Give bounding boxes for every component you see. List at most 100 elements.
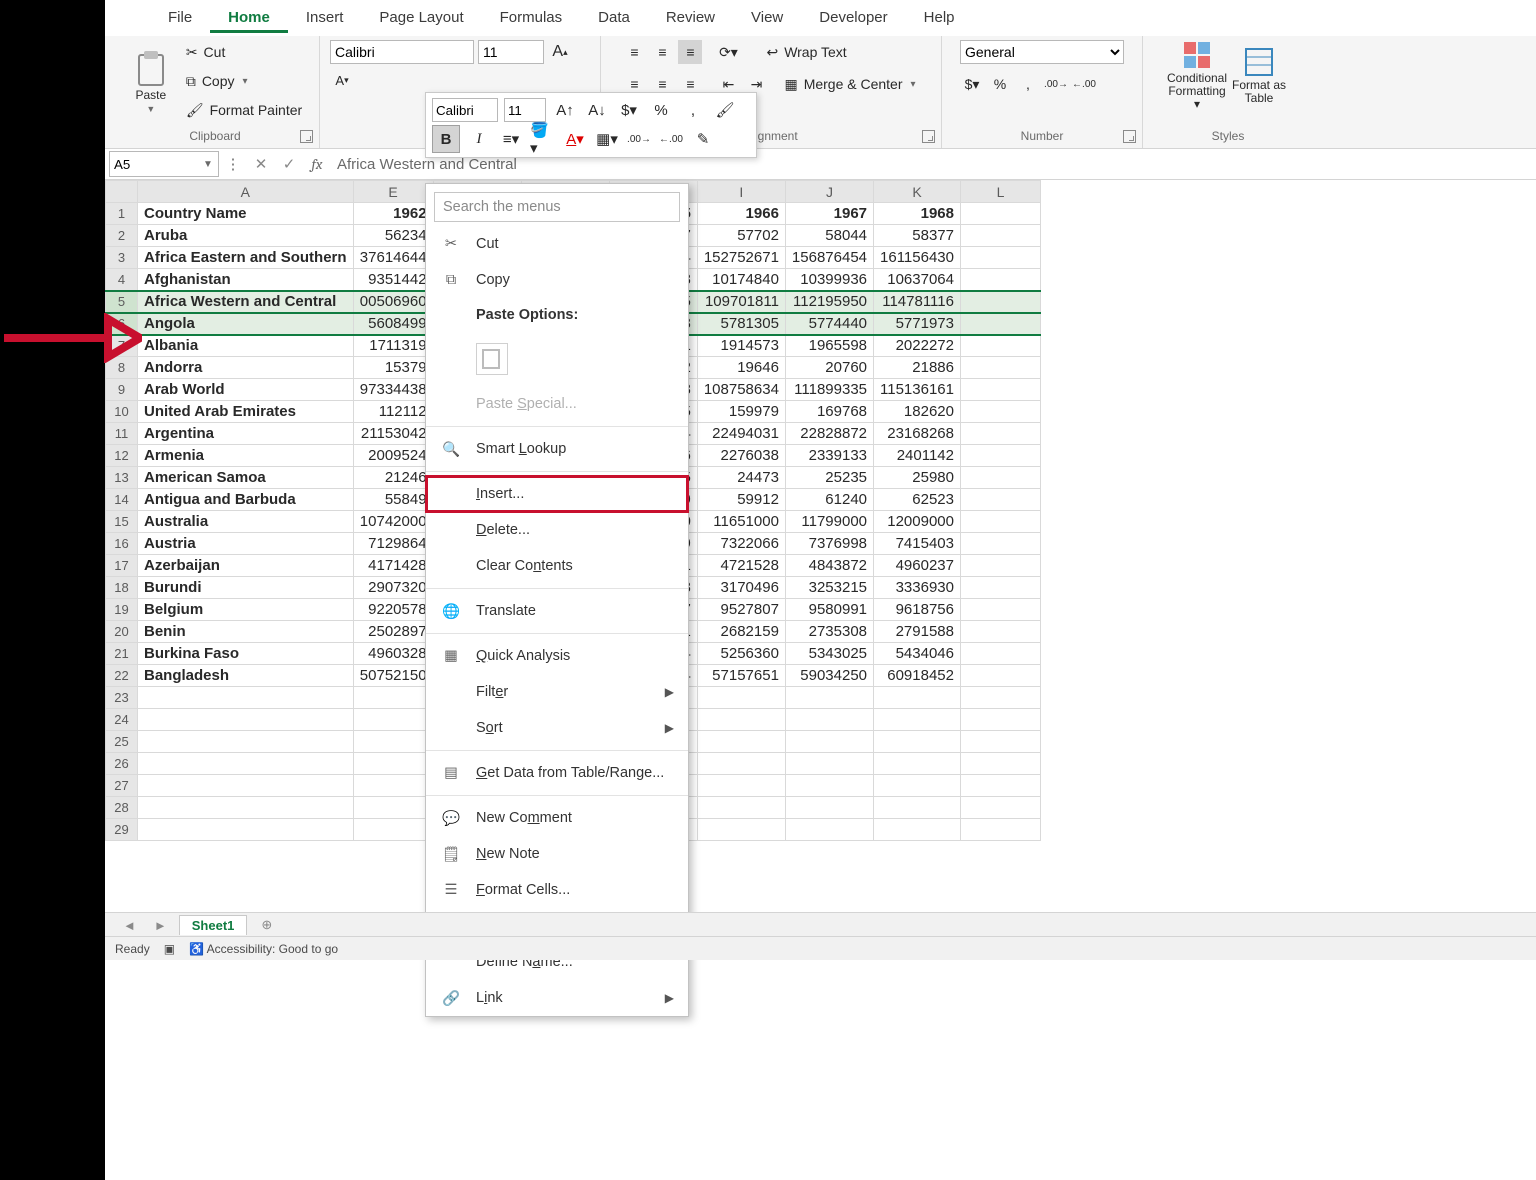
mini-font-combo[interactable] (432, 98, 498, 122)
menu-get-data[interactable]: ▤Get Data from Table/Range... (426, 755, 688, 791)
row-header[interactable]: 22 (106, 665, 138, 687)
menu-cut[interactable]: ✂Cut (426, 226, 688, 262)
increase-decimal-icon[interactable]: .00→ (626, 126, 652, 152)
align-top-icon[interactable]: ≡ (622, 40, 646, 64)
col-header[interactable]: I (697, 181, 785, 203)
add-sheet-button[interactable]: ⊕ (253, 917, 280, 933)
accessibility-status[interactable]: ♿ Accessibility: Good to go (189, 942, 338, 956)
merge-center-button[interactable]: ▦ Merge & Center ▾ (780, 72, 919, 96)
row-header[interactable]: 27 (106, 775, 138, 797)
menu-filter[interactable]: Filter▶ (426, 674, 688, 710)
sheet-nav-prev[interactable]: ◄ (117, 918, 142, 933)
formula-text[interactable]: Africa Western and Central (331, 156, 517, 173)
tab-data[interactable]: Data (580, 3, 648, 33)
enter-icon[interactable]: ✓ (275, 155, 303, 173)
conditional-formatting-button[interactable]: Conditional Formatting ▾ (1170, 40, 1224, 111)
font-size-combo[interactable] (478, 40, 544, 64)
decrease-font-icon[interactable]: A↓ (584, 97, 610, 123)
row-header[interactable]: 1 (106, 203, 138, 225)
dialog-launcher-icon[interactable] (300, 130, 313, 143)
menu-search-input[interactable]: Search the menus (434, 192, 680, 222)
accounting-icon[interactable]: $▾ (616, 97, 642, 123)
menu-quick-analysis[interactable]: ▦Quick Analysis (426, 638, 688, 674)
orientation-icon[interactable]: ⟳▾ (716, 40, 740, 64)
decrease-decimal-icon[interactable]: ←.00 (658, 126, 684, 152)
row-header[interactable]: 10 (106, 401, 138, 423)
tab-help[interactable]: Help (906, 3, 973, 33)
cut-button[interactable]: ✂ Cut (182, 40, 306, 64)
row-header[interactable]: 2 (106, 225, 138, 247)
col-header[interactable]: L (960, 181, 1040, 203)
menu-delete[interactable]: Delete... (426, 512, 688, 548)
format-painter-icon[interactable]: ✎ (690, 126, 716, 152)
row-header[interactable]: 16 (106, 533, 138, 555)
tab-view[interactable]: View (733, 3, 801, 33)
percent-icon[interactable]: % (988, 72, 1012, 96)
increase-font-icon[interactable]: A▴ (548, 40, 572, 64)
row-header[interactable]: 26 (106, 753, 138, 775)
menu-link[interactable]: 🔗Link▶ (426, 980, 688, 1016)
row-header[interactable]: 5 (106, 291, 138, 313)
row-header[interactable]: 20 (106, 621, 138, 643)
align-icon[interactable]: ≡▾ (498, 126, 524, 152)
menu-insert[interactable]: Insert... (426, 476, 688, 512)
name-box[interactable]: ▼ (109, 151, 219, 177)
name-box-input[interactable] (110, 153, 198, 175)
row-header[interactable]: 25 (106, 731, 138, 753)
row-header[interactable]: 29 (106, 819, 138, 841)
col-header[interactable]: E (353, 181, 433, 203)
wrap-text-button[interactable]: ↩ Wrap Text (762, 40, 850, 64)
col-header[interactable]: K (874, 181, 961, 203)
row-header[interactable]: 3 (106, 247, 138, 269)
fx-icon[interactable]: fx (303, 155, 331, 173)
menu-new-comment[interactable]: 💬New Comment (426, 800, 688, 836)
italic-button[interactable]: I (466, 126, 492, 152)
select-all-corner[interactable] (106, 181, 138, 203)
format-painter-button[interactable]: 🖌 Format Painter (182, 98, 306, 122)
align-bottom-icon[interactable]: ≡ (678, 40, 702, 64)
sheet-nav-next[interactable]: ► (148, 918, 173, 933)
font-name-combo[interactable] (330, 40, 474, 64)
row-header[interactable]: 28 (106, 797, 138, 819)
row-header[interactable]: 4 (106, 269, 138, 291)
increase-font-icon[interactable]: A↑ (552, 97, 578, 123)
spreadsheet-area[interactable]: AEFGHIJKL1Country Name196219631964196519… (105, 180, 1536, 841)
cancel-icon[interactable]: ✕ (247, 155, 275, 173)
tab-developer[interactable]: Developer (801, 3, 905, 33)
tab-review[interactable]: Review (648, 3, 733, 33)
accounting-format-icon[interactable]: $▾ (960, 72, 984, 96)
macro-record-icon[interactable]: ▣ (164, 942, 175, 956)
increase-decimal-icon[interactable]: .00→ (1044, 72, 1068, 96)
row-header[interactable]: 9 (106, 379, 138, 401)
dialog-launcher-icon[interactable] (922, 130, 935, 143)
paintbrush-icon[interactable]: 🖌 (712, 97, 738, 123)
menu-sort[interactable]: Sort▶ (426, 710, 688, 746)
comma-icon[interactable]: , (1016, 72, 1040, 96)
chevron-down-icon[interactable]: ▼ (198, 159, 218, 170)
row-header[interactable]: 18 (106, 577, 138, 599)
menu-translate[interactable]: 🌐Translate (426, 593, 688, 629)
col-header[interactable]: J (785, 181, 873, 203)
borders-icon[interactable]: ▦▾ (594, 126, 620, 152)
row-header[interactable]: 15 (106, 511, 138, 533)
row-header[interactable]: 17 (106, 555, 138, 577)
font-color-icon[interactable]: A▾ (562, 126, 588, 152)
format-as-table-button[interactable]: Format as Table (1232, 47, 1286, 105)
grid-options-icon[interactable]: ⋮ (219, 155, 247, 173)
row-header[interactable]: 21 (106, 643, 138, 665)
row-header[interactable]: 14 (106, 489, 138, 511)
row-header[interactable]: 13 (106, 467, 138, 489)
row-header[interactable]: 12 (106, 445, 138, 467)
tab-formulas[interactable]: Formulas (482, 3, 581, 33)
menu-smart-lookup[interactable]: 🔍Smart Lookup (426, 431, 688, 467)
row-header[interactable]: 19 (106, 599, 138, 621)
tab-file[interactable]: File (150, 3, 210, 33)
menu-new-note[interactable]: 🗒New Note (426, 836, 688, 872)
row-header[interactable]: 24 (106, 709, 138, 731)
align-middle-icon[interactable]: ≡ (650, 40, 674, 64)
mini-size-combo[interactable] (504, 98, 546, 122)
copy-button[interactable]: ⧉ Copy ▾ (182, 69, 306, 93)
menu-format-cells[interactable]: ☰Format Cells... (426, 872, 688, 908)
number-format-combo[interactable]: General (960, 40, 1124, 64)
percent-icon[interactable]: % (648, 97, 674, 123)
